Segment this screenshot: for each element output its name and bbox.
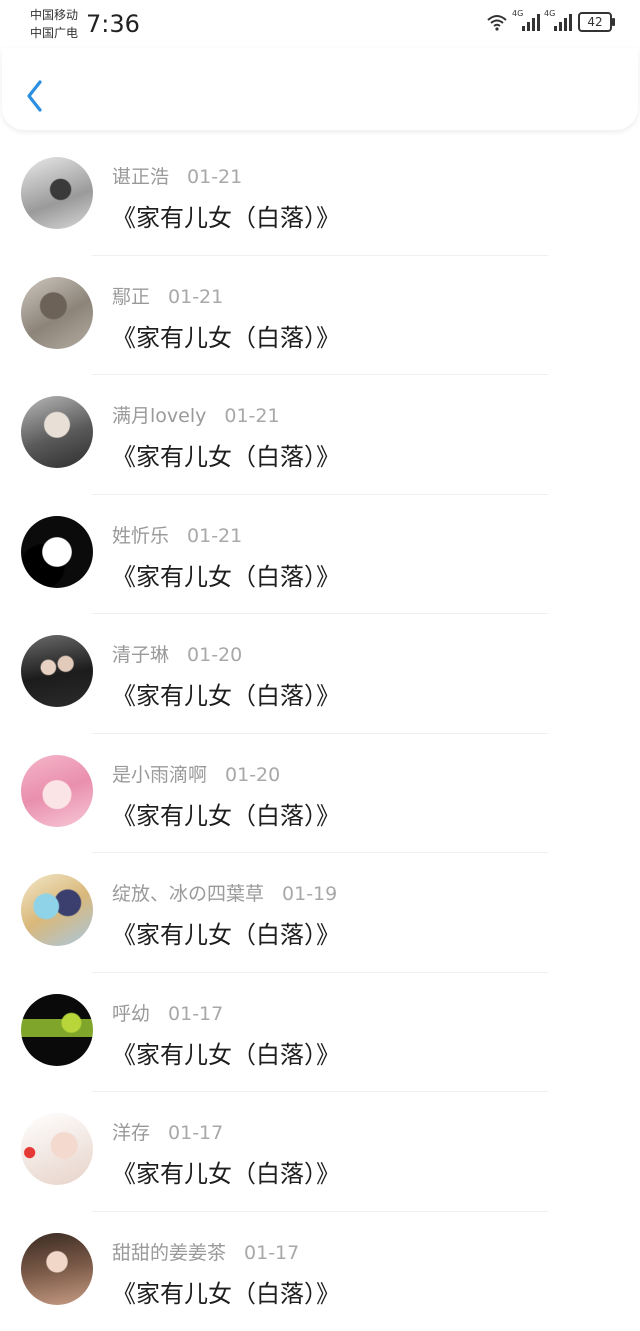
system-icons: 4G 4G 42 [486, 12, 612, 32]
user-name: 呼幼 [112, 1003, 150, 1025]
item-title: 《家有儿女（白落）》 [112, 796, 340, 831]
user-name: 洋存 [112, 1122, 150, 1144]
item-meta: 清子琳 01-20 [112, 640, 242, 667]
list-item[interactable]: 鄢正 01-21 《家有儿女（白落）》 [0, 256, 640, 376]
list-item[interactable]: 谌正浩 01-21 《家有儿女（白落）》 [0, 136, 640, 256]
item-meta: 甜甜的姜姜茶 01-17 [112, 1238, 299, 1265]
post-date: 01-20 [225, 764, 280, 786]
list-item[interactable]: 洋存 01-17 《家有儿女（白落）》 [0, 1092, 640, 1212]
avatar[interactable] [21, 874, 93, 946]
user-name: 甜甜的姜姜茶 [112, 1242, 226, 1264]
carrier-info: 中国移动 中国广电 [30, 6, 78, 42]
item-meta: 呼幼 01-17 [112, 999, 223, 1026]
signal-2-label: 4G [544, 9, 555, 18]
item-title: 《家有儿女（白落）》 [112, 1035, 340, 1070]
carrier-1: 中国移动 [30, 6, 78, 24]
item-title: 《家有儿女（白落）》 [112, 557, 340, 592]
clock: 7:36 [86, 10, 140, 38]
item-meta: 谌正浩 01-21 [112, 162, 242, 189]
post-date: 01-21 [168, 286, 223, 308]
avatar[interactable] [21, 635, 93, 707]
user-name: 满月lovely [112, 405, 206, 427]
list-item[interactable]: 绽放、冰の四葉草 01-19 《家有儿女（白落）》 [0, 853, 640, 973]
avatar[interactable] [21, 1113, 93, 1185]
post-date: 01-17 [168, 1003, 223, 1025]
avatar[interactable] [21, 1233, 93, 1305]
item-meta: 洋存 01-17 [112, 1118, 223, 1145]
avatar[interactable] [21, 157, 93, 229]
user-name: 鄢正 [112, 286, 150, 308]
user-name: 是小雨滴啊 [112, 764, 207, 786]
avatar[interactable] [21, 994, 93, 1066]
post-date: 01-17 [244, 1242, 299, 1264]
list-item[interactable]: 是小雨滴啊 01-20 《家有儿女（白落）》 [0, 734, 640, 854]
post-date: 01-19 [282, 883, 337, 905]
signal-1-icon: 4G [514, 13, 540, 31]
post-date: 01-21 [187, 525, 242, 547]
item-title: 《家有儿女（白落）》 [112, 437, 340, 472]
post-date: 01-17 [168, 1122, 223, 1144]
carrier-2: 中国广电 [30, 24, 78, 42]
item-title: 《家有儿女（白落）》 [112, 676, 340, 711]
avatar[interactable] [21, 516, 93, 588]
wifi-icon [486, 13, 508, 31]
item-meta: 鄢正 01-21 [112, 282, 223, 309]
user-name: 谌正浩 [112, 166, 169, 188]
avatar[interactable] [21, 755, 93, 827]
list-item[interactable]: 甜甜的姜姜茶 01-17 《家有儿女（白落）》 [0, 1212, 640, 1331]
signal-1-label: 4G [512, 9, 523, 18]
user-name: 绽放、冰の四葉草 [112, 883, 264, 905]
list-item[interactable]: 满月lovely 01-21 《家有儿女（白落）》 [0, 375, 640, 495]
post-date: 01-21 [187, 166, 242, 188]
item-title: 《家有儿女（白落）》 [112, 1274, 340, 1309]
battery-icon: 42 [578, 12, 612, 32]
list-item[interactable]: 姓忻乐 01-21 《家有儿女（白落）》 [0, 495, 640, 615]
message-list: 谌正浩 01-21 《家有儿女（白落）》 鄢正 01-21 《家有儿女（白落）》 满… [0, 136, 640, 1331]
signal-2-icon: 4G [546, 13, 572, 31]
top-nav-bar [2, 48, 638, 130]
list-item[interactable]: 呼幼 01-17 《家有儿女（白落）》 [0, 973, 640, 1093]
item-meta: 绽放、冰の四葉草 01-19 [112, 879, 337, 906]
item-meta: 是小雨滴啊 01-20 [112, 760, 280, 787]
post-date: 01-21 [224, 405, 279, 427]
avatar[interactable] [21, 277, 93, 349]
item-title: 《家有儿女（白落）》 [112, 1154, 340, 1189]
item-title: 《家有儿女（白落）》 [112, 198, 340, 233]
avatar[interactable] [21, 396, 93, 468]
item-meta: 姓忻乐 01-21 [112, 521, 242, 548]
item-title: 《家有儿女（白落）》 [112, 915, 340, 950]
chevron-left-icon[interactable] [22, 78, 52, 114]
list-item[interactable]: 清子琳 01-20 《家有儿女（白落）》 [0, 614, 640, 734]
user-name: 清子琳 [112, 644, 169, 666]
user-name: 姓忻乐 [112, 525, 169, 547]
status-bar: 中国移动 中国广电 7:36 4G 4G 42 [0, 0, 640, 50]
item-meta: 满月lovely 01-21 [112, 401, 280, 428]
item-title: 《家有儿女（白落）》 [112, 318, 340, 353]
post-date: 01-20 [187, 644, 242, 666]
